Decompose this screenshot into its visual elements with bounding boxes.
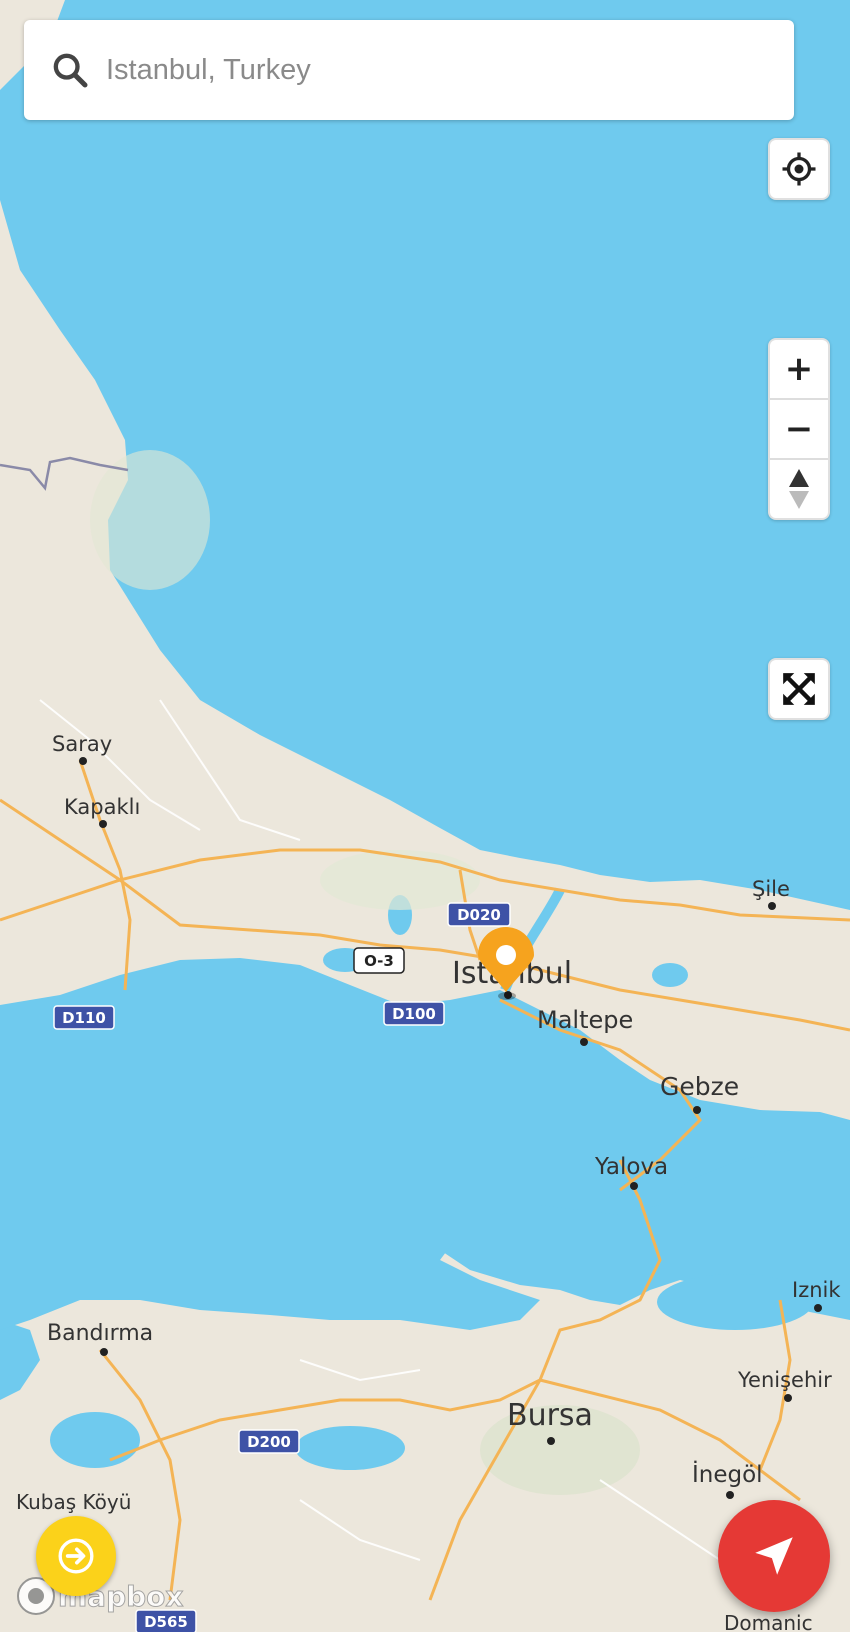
place-label: Domanic (724, 1611, 813, 1632)
compass-button[interactable] (770, 458, 828, 518)
place-label: Maltepe (537, 1006, 633, 1034)
svg-text:O-3: O-3 (364, 952, 394, 970)
svg-text:D020: D020 (457, 906, 501, 924)
road-shield: D110 (53, 1005, 115, 1030)
plus-icon: + (784, 349, 814, 389)
locate-button-inner[interactable] (770, 140, 828, 198)
road-shield: D020 (447, 902, 511, 927)
search-icon (53, 53, 88, 88)
fullscreen-icon (783, 673, 815, 705)
search-bar (24, 20, 794, 120)
place-label: Kapaklı (64, 795, 140, 819)
place-label: Bursa (507, 1398, 593, 1433)
zoom-controls: + − (768, 338, 830, 520)
svg-text:D200: D200 (247, 1433, 291, 1451)
place-label: İnegöl (692, 1460, 763, 1488)
locate-button[interactable] (768, 138, 830, 200)
road-shield: D200 (238, 1429, 300, 1454)
place-label: Yalova (594, 1154, 668, 1180)
arrow-right-icon (58, 1538, 94, 1574)
navigation-arrow-icon (755, 1537, 793, 1575)
forest-patch (90, 450, 210, 590)
map-canvas[interactable]: Saray Kapaklı Şile Istanbul Maltepe Gebz… (0, 0, 850, 1632)
road-shield: D100 (383, 1001, 445, 1026)
svg-text:D100: D100 (392, 1005, 436, 1023)
place-label: Iznik (792, 1278, 841, 1302)
place-label: Kubaş Köyü (16, 1490, 131, 1514)
navigate-button[interactable] (718, 1500, 830, 1612)
search-input[interactable] (104, 52, 794, 88)
reservoir-omerli (652, 963, 688, 987)
road-shield: O-3 (353, 947, 405, 974)
place-label: Saray (52, 732, 112, 756)
place-label: Yenişehir (737, 1368, 832, 1392)
svg-text:D110: D110 (62, 1009, 106, 1027)
go-button[interactable] (36, 1516, 116, 1596)
lake-uluabat (295, 1426, 405, 1470)
compass-icon (789, 469, 809, 509)
svg-text:D565: D565 (144, 1613, 188, 1631)
minus-icon: − (784, 409, 814, 449)
road-shield: D565 (135, 1609, 197, 1632)
place-label: Gebze (660, 1072, 739, 1101)
zoom-in-button[interactable]: + (770, 340, 828, 398)
crosshair-icon (782, 152, 816, 186)
place-label: Şile (752, 877, 790, 901)
lake-manyas (50, 1412, 140, 1468)
forest-patch (320, 850, 480, 910)
zoom-out-button[interactable]: − (770, 398, 828, 458)
fullscreen-button[interactable] (768, 658, 830, 720)
place-label: Bandırma (47, 1321, 153, 1346)
fullscreen-button-inner[interactable] (770, 660, 828, 718)
lake-iznik (657, 1274, 813, 1330)
